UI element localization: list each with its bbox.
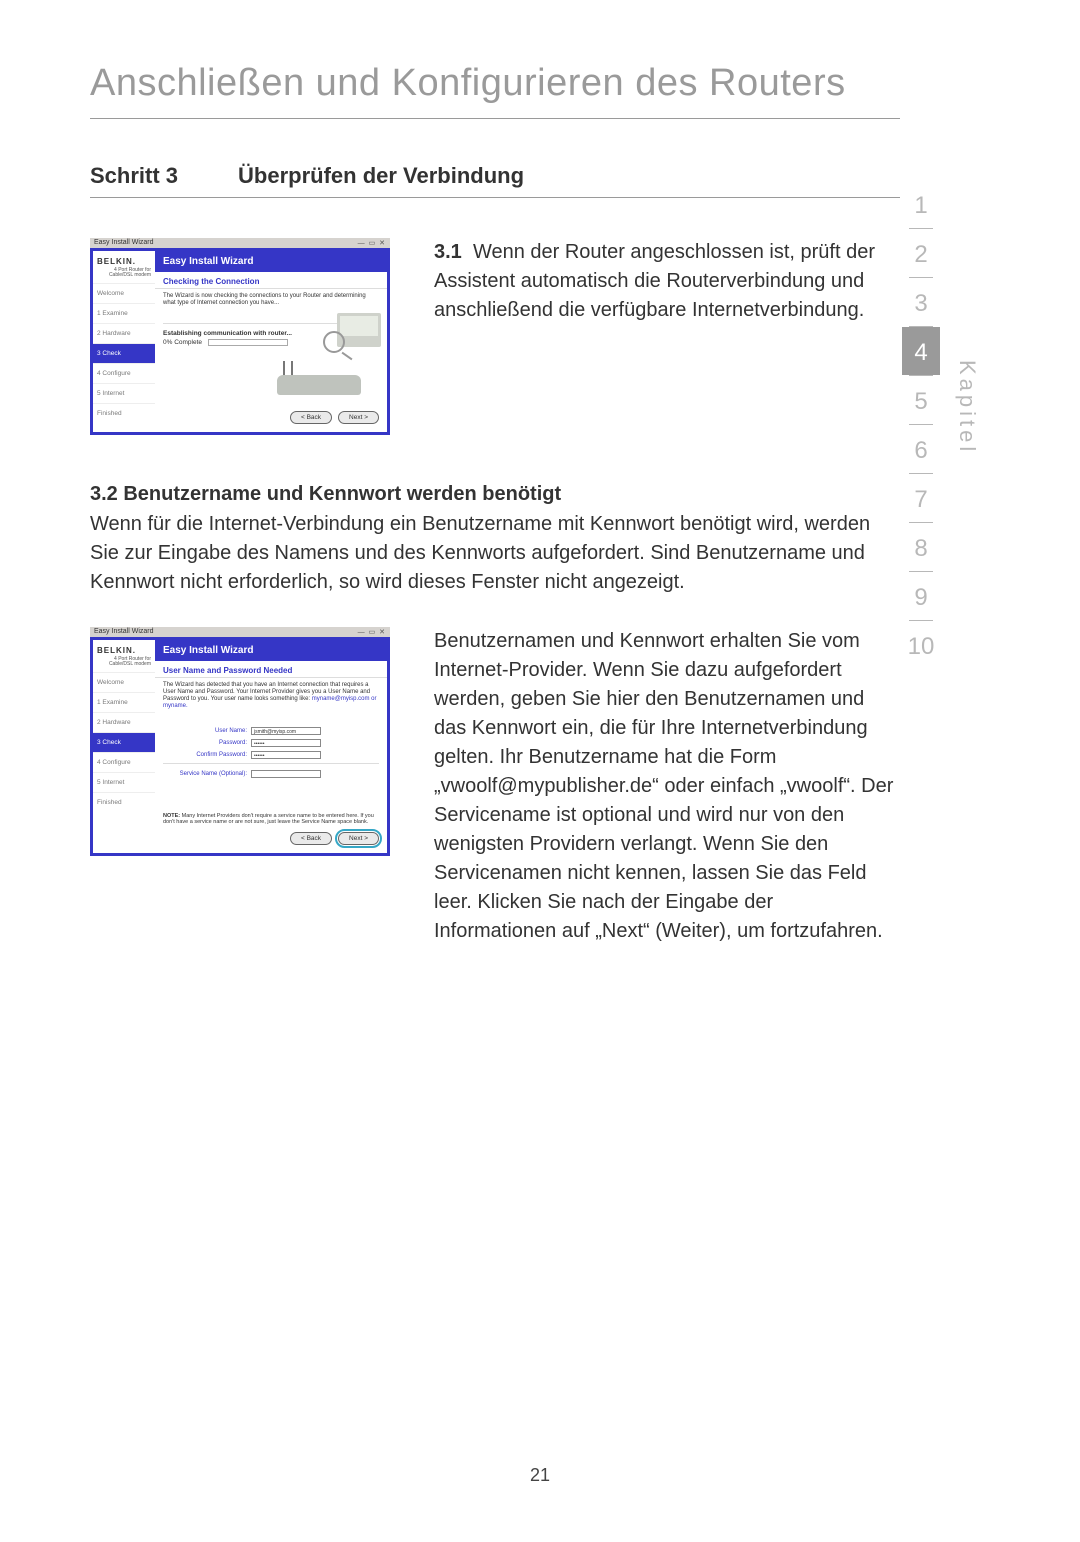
wizard-tagline: 4 Port Router for Cable/DSL modem [93,268,155,283]
chapter-tab-10[interactable]: 10 [902,621,940,669]
wizard-step: 2 Hardware [93,323,155,343]
next-button[interactable]: Next > [338,832,379,845]
page-number: 21 [0,1465,1080,1486]
next-button[interactable]: Next > [338,411,379,424]
wizard-window-title: Easy Install Wizard [94,239,154,247]
step-name: Überprüfen der Verbindung [238,163,524,189]
wizard-step: 1 Examine [93,692,155,712]
para-3-1: 3.1 Wenn der Router angeschlossen ist, p… [434,238,900,325]
window-buttons: — ▭ ✕ [358,628,386,636]
chapter-tab-5[interactable]: 5 [902,376,940,424]
username-input[interactable]: jsmith@myisp.com [251,727,321,735]
wizard-desc-credentials: The Wizard has detected that you have an… [155,678,387,717]
password-input[interactable]: •••••• [251,739,321,747]
wizard-step: 5 Internet [93,383,155,403]
step-heading: Schritt 3 Überprüfen der Verbindung [90,163,900,189]
para-3-2-body: Benutzernamen und Kennwort erhalten Sie … [434,627,900,946]
window-buttons: — ▭ ✕ [358,239,386,247]
title-rule [90,118,900,119]
chapter-tab-7[interactable]: 7 [902,474,940,522]
router-illustration [271,313,381,399]
service-name-input[interactable] [251,770,321,778]
chapter-tab-3[interactable]: 3 [902,278,940,326]
step-rule [90,197,900,198]
wizard-desc-checking: The Wizard is now checking the connectio… [155,289,387,313]
wizard-step: Welcome [93,283,155,303]
wizard-step: 1 Examine [93,303,155,323]
wizard-step: 4 Configure [93,363,155,383]
para-3-1-num: 3.1 [434,241,462,263]
wizard-subhead-credentials: User Name and Password Needed [155,661,387,678]
page-title: Anschließen und Konfigurieren des Router… [90,60,900,108]
wizard-note: NOTE: Many Internet Providers don't requ… [155,809,387,826]
para-3-1-text: Wenn der Router angeschlossen ist, prüft… [434,241,875,321]
wizard-step: 2 Hardware [93,712,155,732]
wizard-step: Finished [93,403,155,423]
wizard-step: 5 Internet [93,772,155,792]
wizard-step: 4 Configure [93,752,155,772]
para-3-2-intro: Wenn für die Internet-Verbindung ein Ben… [90,510,900,597]
wizard-header: Easy Install Wizard [155,640,387,661]
confirm-password-label: Confirm Password: [163,752,247,758]
chapter-tabs: 12345678910 [902,180,940,669]
chapter-tab-1[interactable]: 1 [902,180,940,228]
chapter-label: Kapitel [954,360,980,455]
chapter-tab-4[interactable]: 4 [902,327,940,375]
belkin-logo: BELKIN. [93,251,155,268]
chapter-tab-6[interactable]: 6 [902,425,940,473]
wizard-subhead-checking: Checking the Connection [155,272,387,289]
wizard-screenshot-credentials: Easy Install Wizard — ▭ ✕ BELKIN. 4 Port… [90,627,390,856]
username-label: User Name: [163,728,247,734]
service-name-label: Service Name (Optional): [163,771,247,777]
chapter-tab-9[interactable]: 9 [902,572,940,620]
wizard-step: 3 Check [93,343,155,363]
wizard-step: Welcome [93,672,155,692]
wizard-screenshot-checking: Easy Install Wizard — ▭ ✕ BELKIN. 4 Port… [90,238,390,435]
step-number: Schritt 3 [90,163,178,189]
wizard-header: Easy Install Wizard [155,251,387,272]
heading-3-2: 3.2 Benutzername und Kennwort werden ben… [90,483,900,506]
belkin-logo: BELKIN. [93,640,155,657]
wizard-step: 3 Check [93,732,155,752]
progress-percent: 0% Complete [163,339,202,346]
back-button[interactable]: < Back [290,832,332,845]
chapter-tab-2[interactable]: 2 [902,229,940,277]
back-button[interactable]: < Back [290,411,332,424]
password-label: Password: [163,740,247,746]
wizard-step: Finished [93,792,155,812]
confirm-password-input[interactable]: •••••• [251,751,321,759]
wizard-tagline: 4 Port Router for Cable/DSL modem [93,657,155,672]
wizard-window-title: Easy Install Wizard [94,628,154,636]
chapter-tab-8[interactable]: 8 [902,523,940,571]
